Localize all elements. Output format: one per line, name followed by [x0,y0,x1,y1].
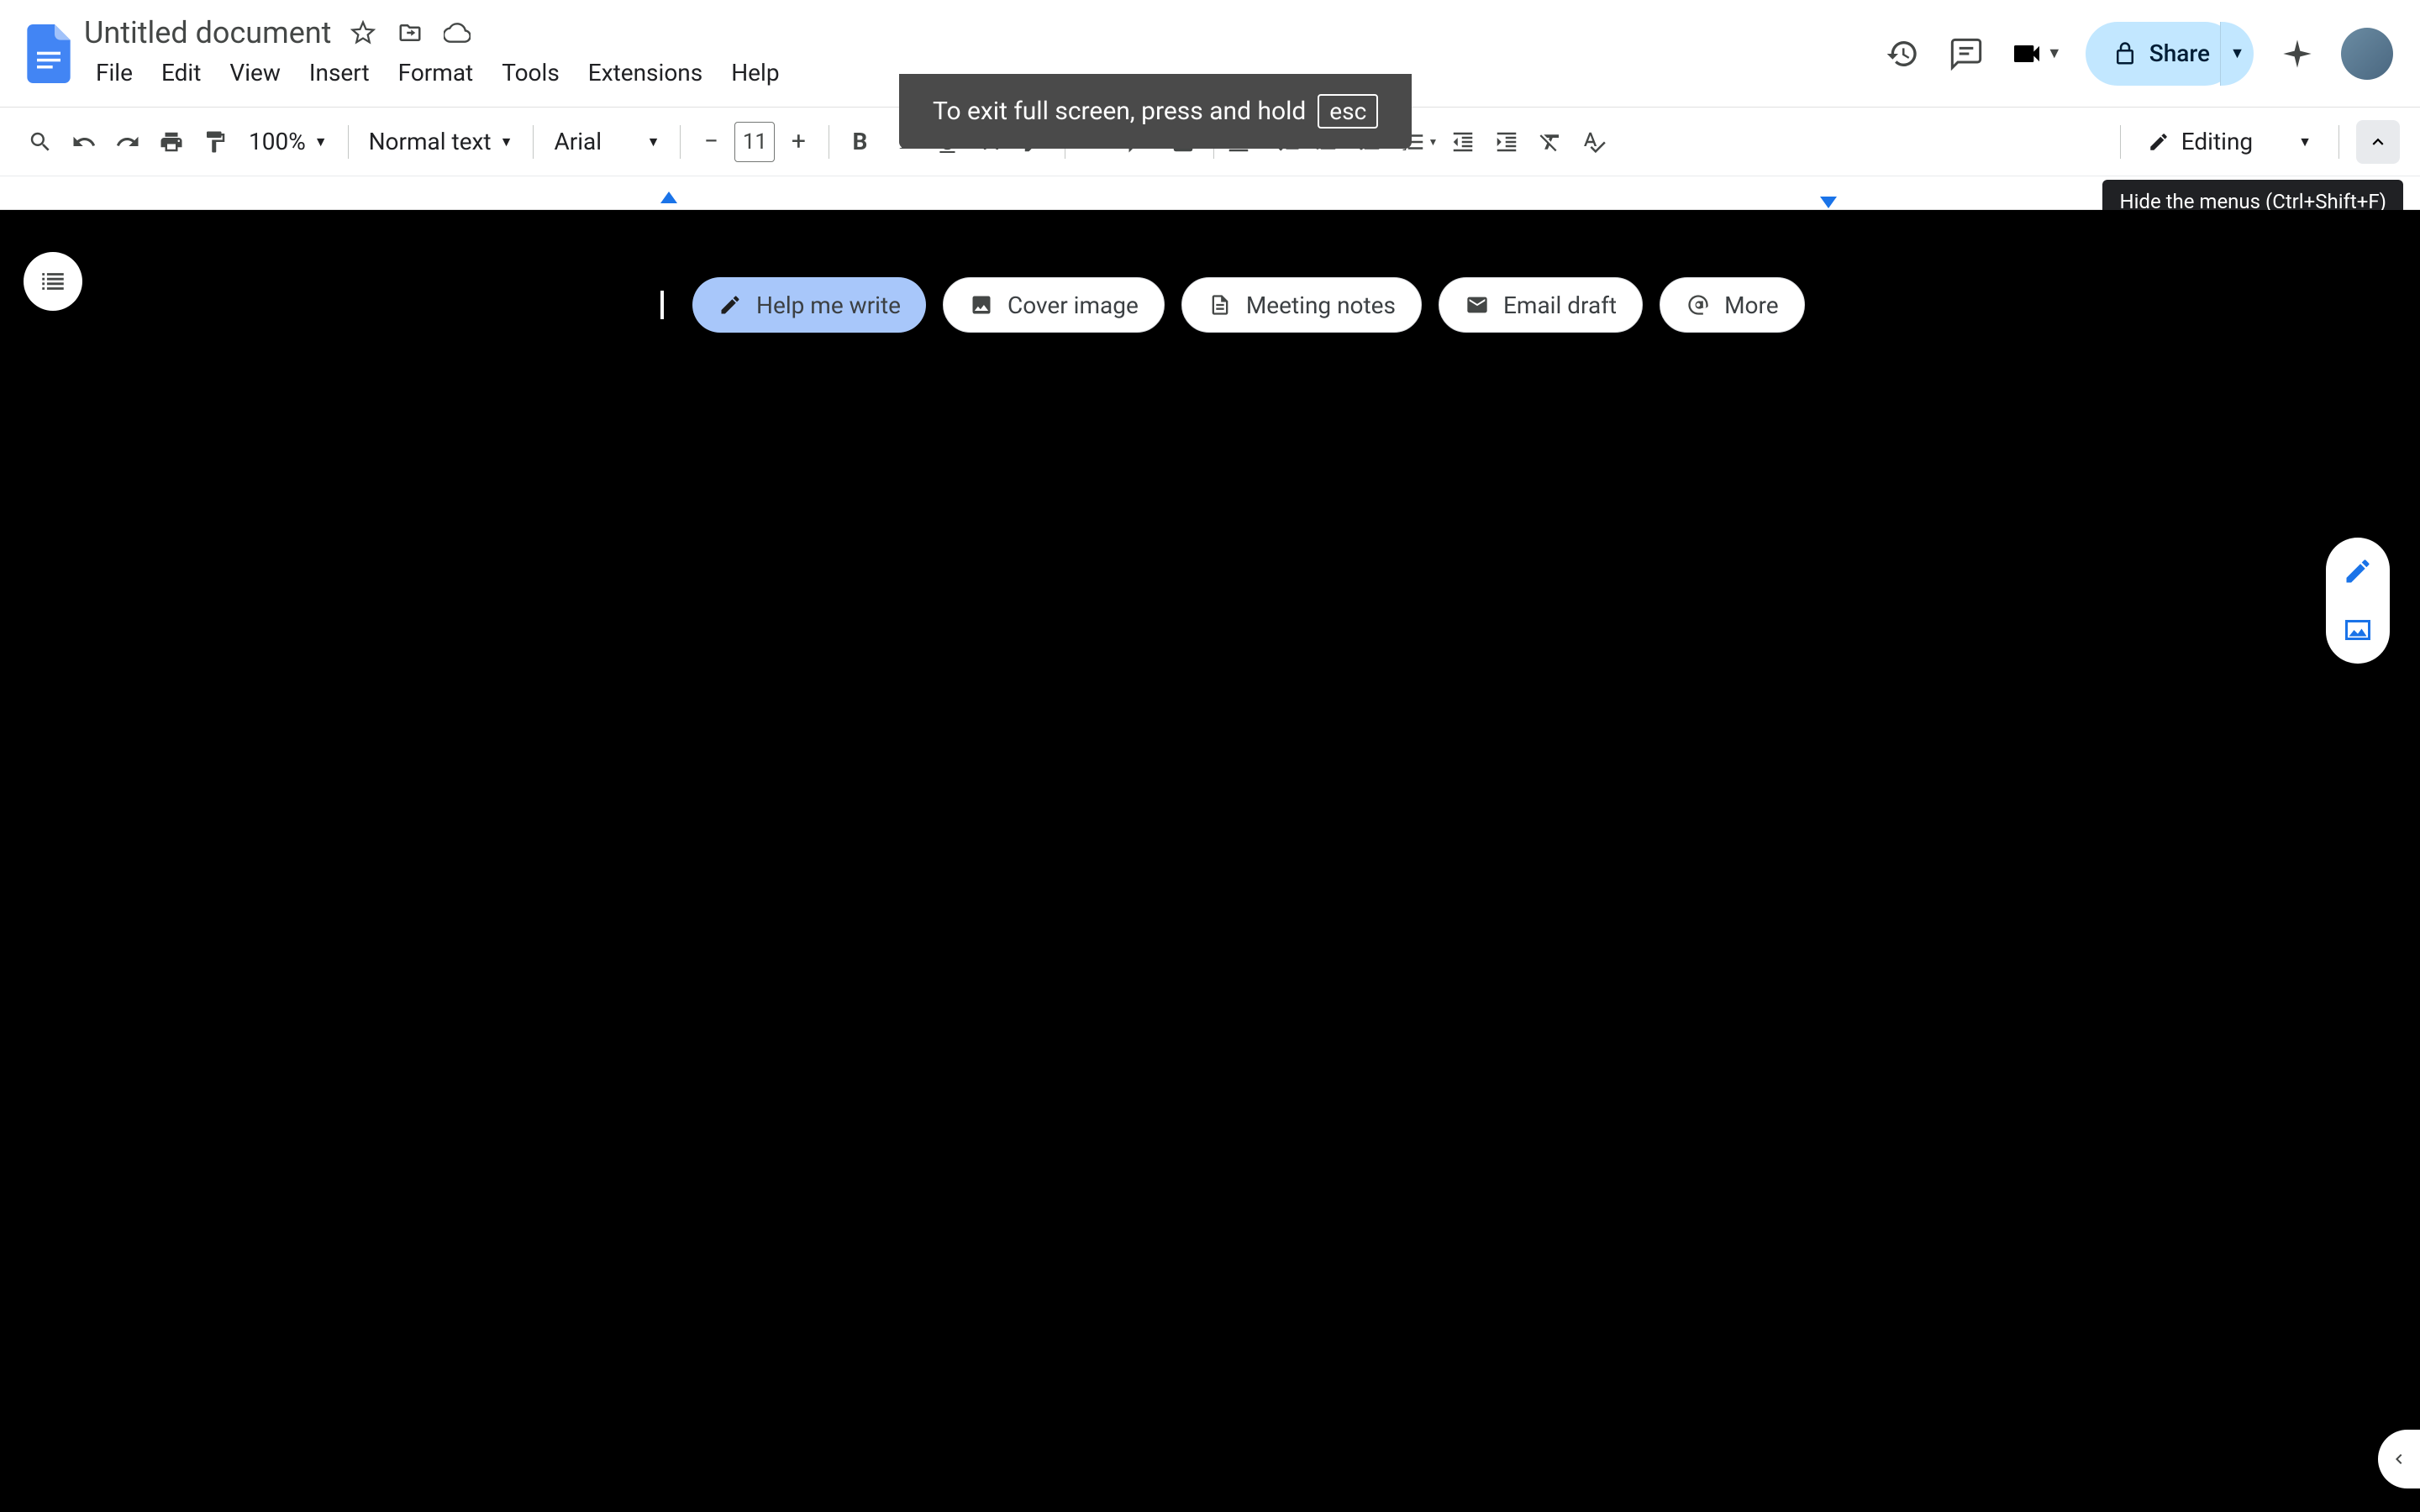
chevron-down-icon: ▼ [314,134,328,150]
share-label: Share [2149,39,2210,67]
history-icon[interactable] [1882,34,1923,74]
outline-toggle-button[interactable] [24,252,82,311]
style-select[interactable]: Normal text ▼ [359,122,523,162]
chevron-down-icon: ▼ [2047,45,2062,62]
meet-button[interactable]: ▼ [2010,37,2062,71]
chevron-down-icon: ▼ [500,134,513,150]
text-cursor [660,291,664,319]
doc-icon [1207,292,1233,318]
comments-icon[interactable] [1946,34,1986,74]
chip-help-me-write[interactable]: Help me write [692,277,926,333]
share-button[interactable]: Share [2086,22,2237,86]
decrease-indent-icon[interactable] [1443,122,1483,162]
undo-icon[interactable] [64,122,104,162]
zoom-select[interactable]: 100% ▼ [239,122,338,162]
suggestion-chips: Help me write Cover image Meeting notes … [692,277,1805,333]
font-select[interactable]: Arial ▼ [544,122,670,162]
chip-email-draft[interactable]: Email draft [1439,277,1643,333]
menu-edit[interactable]: Edit [150,54,213,92]
pencil-side-icon[interactable] [2341,554,2375,588]
menu-file[interactable]: File [84,54,145,92]
increase-font-icon[interactable]: + [778,122,818,162]
esc-key-label: esc [1318,94,1378,129]
spellcheck-icon[interactable] [1574,122,1614,162]
font-size-input[interactable] [734,122,775,162]
menu-extensions[interactable]: Extensions [576,54,714,92]
chip-cover-image[interactable]: Cover image [943,277,1165,333]
chevron-down-icon: ▼ [647,134,660,150]
hide-menus-button[interactable] [2356,120,2400,164]
menu-format[interactable]: Format [387,54,486,92]
email-icon [1465,292,1490,318]
docs-logo-icon[interactable] [27,24,71,83]
side-panel [2326,538,2390,664]
chip-meeting-notes[interactable]: Meeting notes [1181,277,1422,333]
menu-help[interactable]: Help [719,54,791,92]
increase-indent-icon[interactable] [1486,122,1527,162]
redo-icon[interactable] [108,122,148,162]
star-icon[interactable] [348,18,378,48]
expand-side-panel-button[interactable] [2378,1430,2420,1488]
chip-more[interactable]: More [1660,277,1805,333]
right-margin-marker[interactable] [1820,197,1837,208]
format-paint-icon[interactable] [195,122,235,162]
bold-icon[interactable]: B [839,122,880,162]
menu-view[interactable]: View [218,54,292,92]
image-side-icon[interactable] [2341,613,2375,647]
menu-insert[interactable]: Insert [297,54,381,92]
pencil-spark-icon [718,292,743,318]
image-icon [969,292,994,318]
gemini-icon[interactable] [2277,34,2317,74]
left-indent-marker[interactable] [660,192,677,203]
print-icon[interactable] [151,122,192,162]
editing-mode-select[interactable]: Editing ▼ [2131,122,2328,162]
menu-tools[interactable]: Tools [490,54,571,92]
share-dropdown[interactable]: ▼ [2220,22,2254,86]
cloud-status-icon[interactable] [442,18,472,48]
fullscreen-toast: To exit full screen, press and hold esc [899,74,1412,149]
clear-format-icon[interactable] [1530,122,1570,162]
document-title[interactable]: Untitled document [84,15,331,50]
at-icon [1686,292,1711,318]
search-icon[interactable] [20,122,60,162]
avatar[interactable] [2341,28,2393,80]
decrease-font-icon[interactable]: − [691,122,731,162]
document-canvas[interactable]: Help me write Cover image Meeting notes … [0,210,2420,1512]
ruler[interactable] [0,176,2420,210]
chevron-down-icon: ▼ [2298,134,2312,150]
move-icon[interactable] [395,18,425,48]
